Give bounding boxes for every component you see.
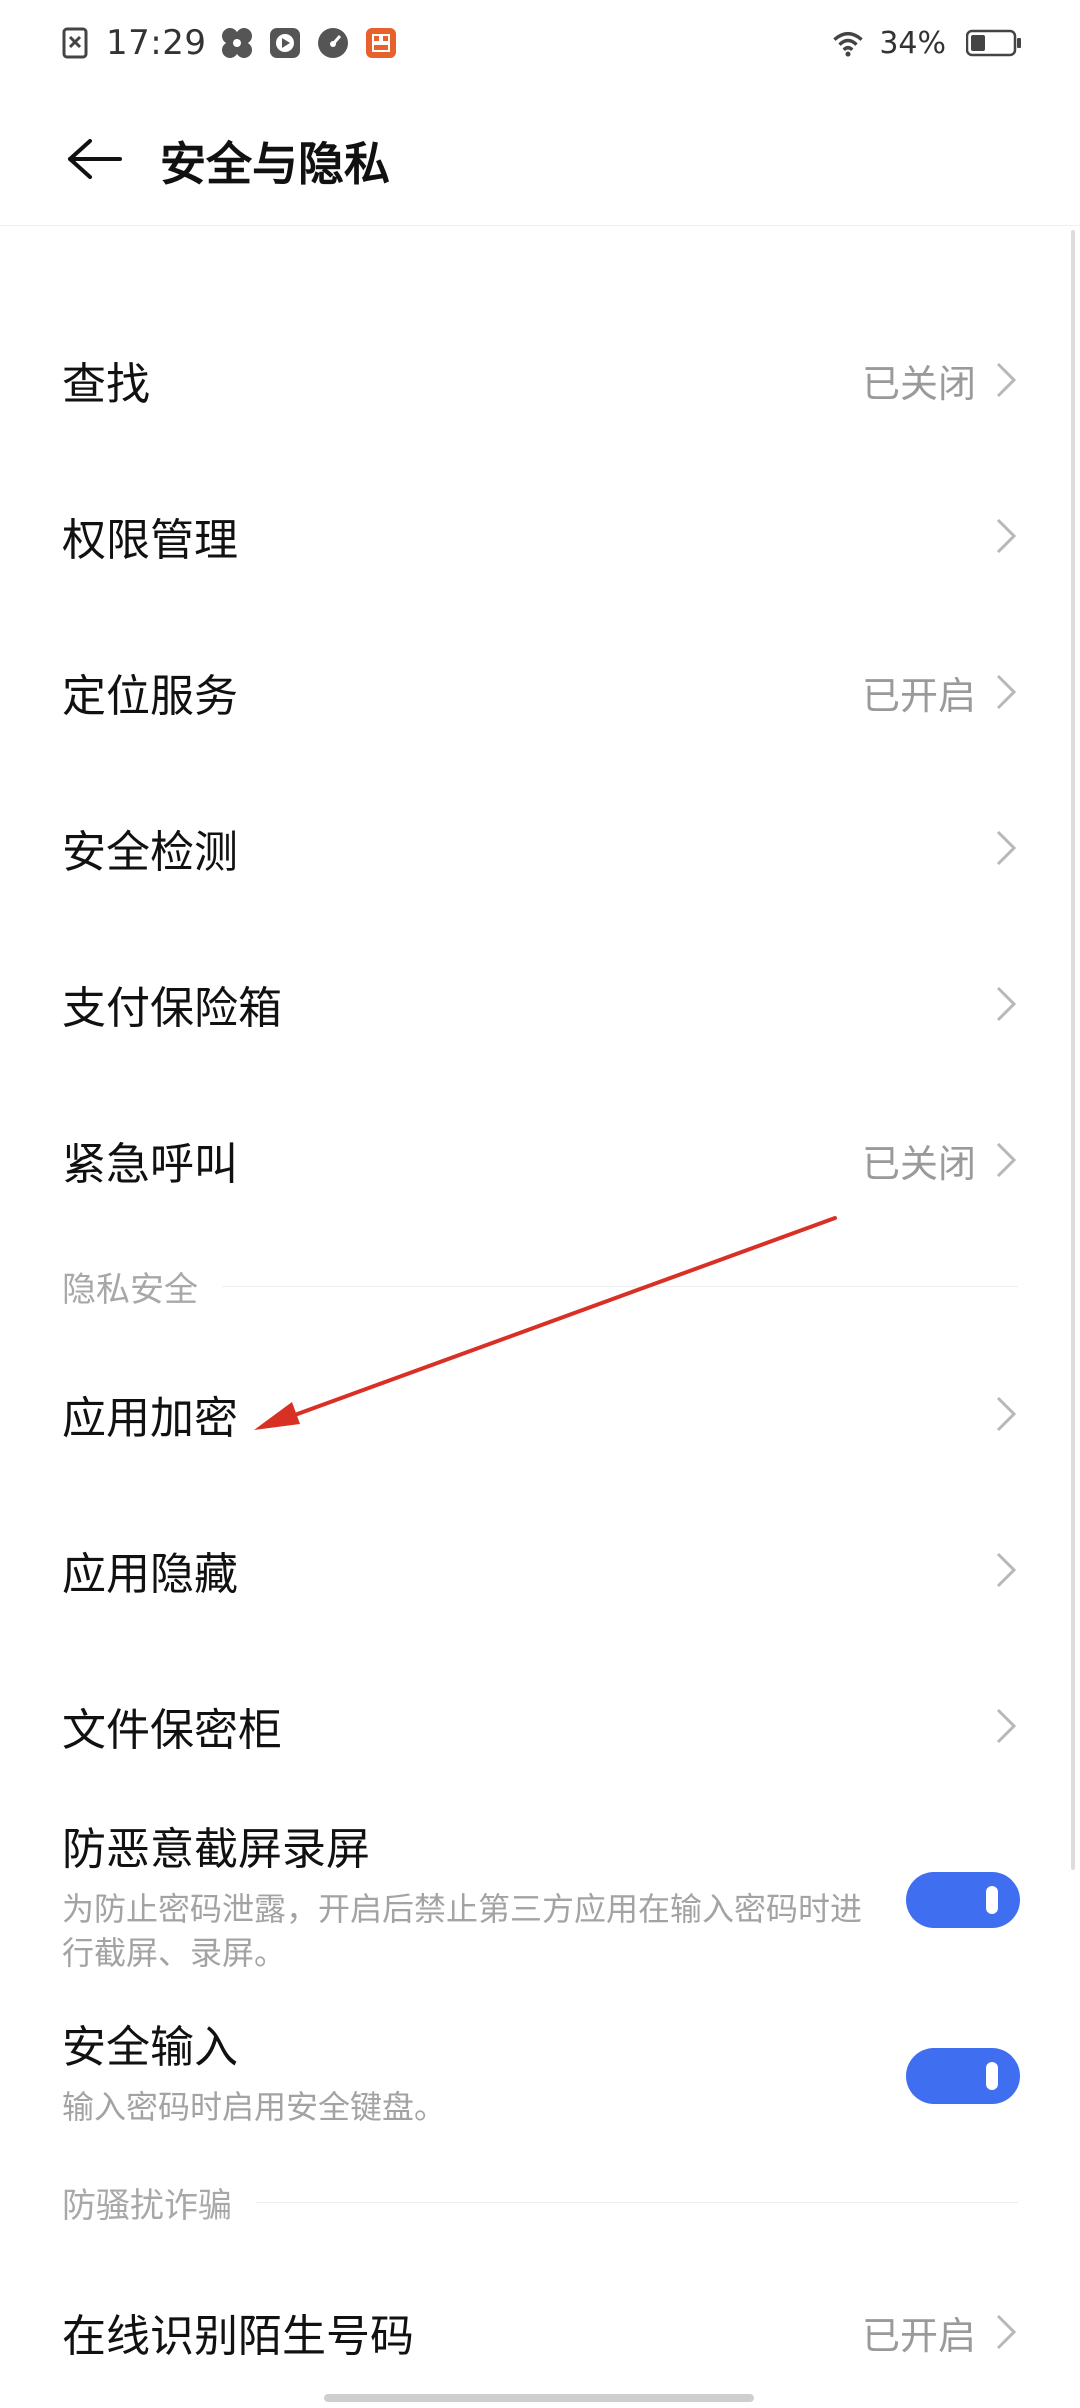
chevron-right-icon [992, 828, 1020, 868]
video-icon [268, 26, 302, 60]
row-label: 应用加密 [62, 1393, 238, 1444]
settings-row-find[interactable]: 查找 已关闭 [0, 310, 1080, 450]
chevron-right-icon [992, 516, 1020, 556]
row-label: 查找 [62, 359, 150, 410]
row-value: 已关闭 [861, 361, 976, 406]
toggle-description: 为防止密码泄露，开启后禁止第三方应用在输入密码时进行截屏、录屏。 [62, 1889, 863, 1973]
secure-input-switch[interactable] [906, 2048, 1020, 2104]
app-notification-icon [364, 26, 398, 60]
row-label: 文件保密柜 [62, 1705, 282, 1756]
settings-row-app-encryption[interactable]: 应用加密 [0, 1344, 1080, 1484]
settings-row-identify-unknown-number[interactable]: 在线识别陌生号码 已开启 [0, 2262, 1080, 2402]
section-header-anti-fraud: 防骚扰诈骗 [62, 2172, 1018, 2232]
section-divider [222, 1285, 1018, 1287]
toggle-text: 防恶意截屏录屏 为防止密码泄露，开启后禁止第三方应用在输入密码时进行截屏、录屏。 [62, 1824, 882, 1976]
status-time: 17:29 [106, 23, 207, 63]
section-title: 隐私安全 [62, 1269, 198, 1310]
page-title: 安全与隐私 [160, 136, 390, 191]
row-value: 已开启 [861, 2313, 976, 2358]
chevron-right-icon [992, 984, 1020, 1024]
chevron-right-icon [992, 1550, 1020, 1590]
chevron-right-icon [992, 672, 1020, 712]
toggle-row-anti-screenshot: 防恶意截屏录屏 为防止密码泄露，开启后禁止第三方应用在输入密码时进行截屏、录屏。 [0, 1820, 1080, 1980]
toggle-row-secure-input: 安全输入 输入密码时启用安全键盘。 [0, 2016, 1080, 2136]
settings-row-security-check[interactable]: 安全检测 [0, 778, 1080, 918]
battery-icon [966, 26, 1022, 60]
header: 安全与隐私 [0, 96, 1080, 226]
toggle-text: 安全输入 输入密码时启用安全键盘。 [62, 2022, 882, 2130]
row-right: 已开启 [862, 665, 1020, 720]
chevron-right-icon [992, 1140, 1020, 1180]
chevron-right-icon [992, 2312, 1020, 2352]
pinwheel-icon [220, 26, 254, 60]
chevron-right-icon [992, 1394, 1020, 1434]
row-right: 已关闭 [862, 353, 1020, 408]
settings-row-location[interactable]: 定位服务 已开启 [0, 622, 1080, 762]
row-label: 支付保险箱 [62, 983, 282, 1034]
settings-row-emergency-call[interactable]: 紧急呼叫 已关闭 [0, 1090, 1080, 1230]
row-value: 已开启 [861, 673, 976, 718]
wifi-icon [831, 26, 865, 60]
switch-knob [986, 2062, 998, 2090]
settings-row-permissions[interactable]: 权限管理 [0, 466, 1080, 606]
row-right [976, 1706, 1020, 1746]
row-label: 在线识别陌生号码 [62, 2311, 414, 2362]
anti-screenshot-switch[interactable] [906, 1872, 1020, 1928]
chevron-right-icon [992, 1706, 1020, 1746]
toggle-title: 安全输入 [62, 2022, 238, 2074]
back-arrow-icon [66, 138, 124, 184]
settings-row-payment-safe[interactable]: 支付保险箱 [0, 934, 1080, 1074]
toggle-title: 防恶意截屏录屏 [62, 1823, 370, 1875]
settings-row-app-hide[interactable]: 应用隐藏 [0, 1500, 1080, 1640]
row-right [976, 1550, 1020, 1590]
row-right: 已开启 [862, 2305, 1020, 2360]
gesture-bar[interactable] [324, 2394, 754, 2402]
toggle-description: 输入密码时启用安全键盘。 [62, 2088, 447, 2126]
row-right [976, 828, 1020, 868]
row-label: 权限管理 [62, 515, 238, 566]
row-right [976, 516, 1020, 556]
status-bar: 17:29 34% [0, 0, 1080, 86]
row-label: 定位服务 [62, 671, 238, 722]
row-label: 安全检测 [62, 827, 238, 878]
battery-percent: 34% [879, 25, 946, 61]
section-header-privacy: 隐私安全 [62, 1256, 1018, 1316]
speedometer-icon [316, 26, 350, 60]
row-label: 紧急呼叫 [62, 1139, 238, 1190]
back-button[interactable] [60, 126, 130, 196]
row-value: 已关闭 [861, 1141, 976, 1186]
row-right: 已关闭 [862, 1133, 1020, 1188]
section-title: 防骚扰诈骗 [62, 2185, 232, 2226]
settings-row-file-safe[interactable]: 文件保密柜 [0, 1656, 1080, 1796]
status-right: 34% [831, 26, 1022, 61]
status-left: 17:29 [58, 23, 398, 63]
row-right [976, 1394, 1020, 1434]
chevron-right-icon [992, 360, 1020, 400]
row-right [976, 984, 1020, 1024]
section-divider [256, 2201, 1018, 2203]
switch-knob [986, 1886, 998, 1914]
notification-off-icon [58, 26, 92, 60]
row-label: 应用隐藏 [62, 1549, 238, 1600]
